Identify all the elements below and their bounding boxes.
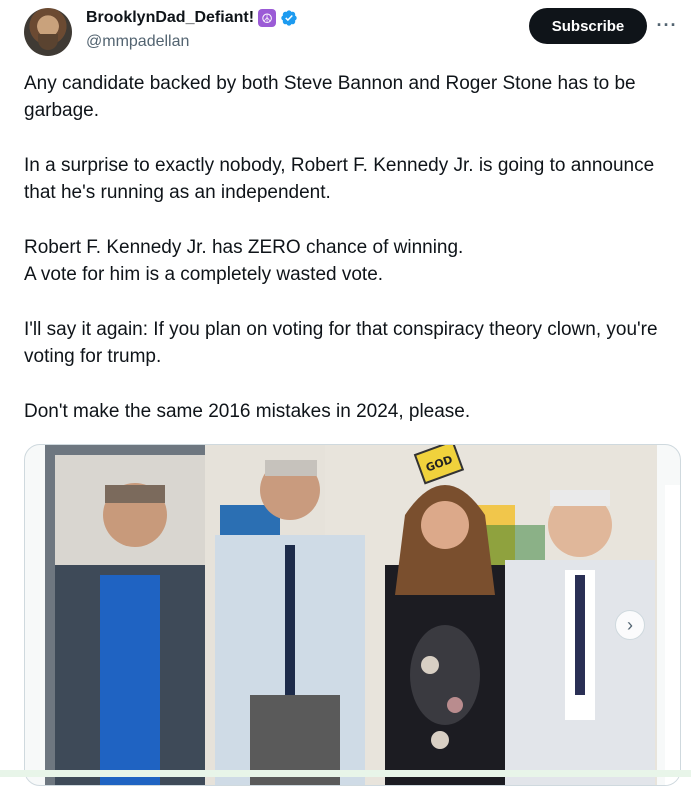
avatar-beard	[38, 34, 58, 50]
verified-badge-icon	[281, 10, 297, 26]
tweet-paragraph: Don't make the same 2016 mistakes in 202…	[24, 401, 471, 422]
tweet-text: Any candidate backed by both Steve Banno…	[24, 70, 674, 453]
tweet-paragraph: Any candidate backed by both Steve Banno…	[24, 73, 636, 121]
photo-illustration: GOD	[45, 445, 657, 785]
tweet-paragraph: I'll say it again: If you plan on voting…	[24, 319, 658, 367]
bottom-strip	[0, 770, 691, 777]
tweet-media[interactable]: GOD	[24, 444, 681, 786]
chevron-right-icon[interactable]: ›	[615, 610, 645, 640]
more-options-icon[interactable]: ···	[656, 14, 678, 36]
avatar[interactable]	[24, 8, 72, 56]
tweet-paragraph: In a surprise to exactly nobody, Robert …	[24, 155, 655, 203]
next-media-thumbnail	[665, 485, 680, 785]
author-display-name[interactable]: BrooklynDad_Defiant!	[86, 9, 254, 27]
tweet-photo[interactable]: GOD	[45, 445, 657, 785]
author-handle[interactable]: @mmpadellan	[86, 33, 189, 51]
tweet-header: BrooklynDad_Defiant! ☮ @mmpadellan Subsc…	[0, 0, 691, 60]
author-name-row[interactable]: BrooklynDad_Defiant! ☮	[86, 9, 298, 27]
peace-emoji-icon: ☮	[258, 9, 277, 27]
tweet-paragraph: Robert F. Kennedy Jr. has ZERO chance of…	[24, 237, 464, 285]
subscribe-button[interactable]: Subscribe	[529, 8, 647, 44]
